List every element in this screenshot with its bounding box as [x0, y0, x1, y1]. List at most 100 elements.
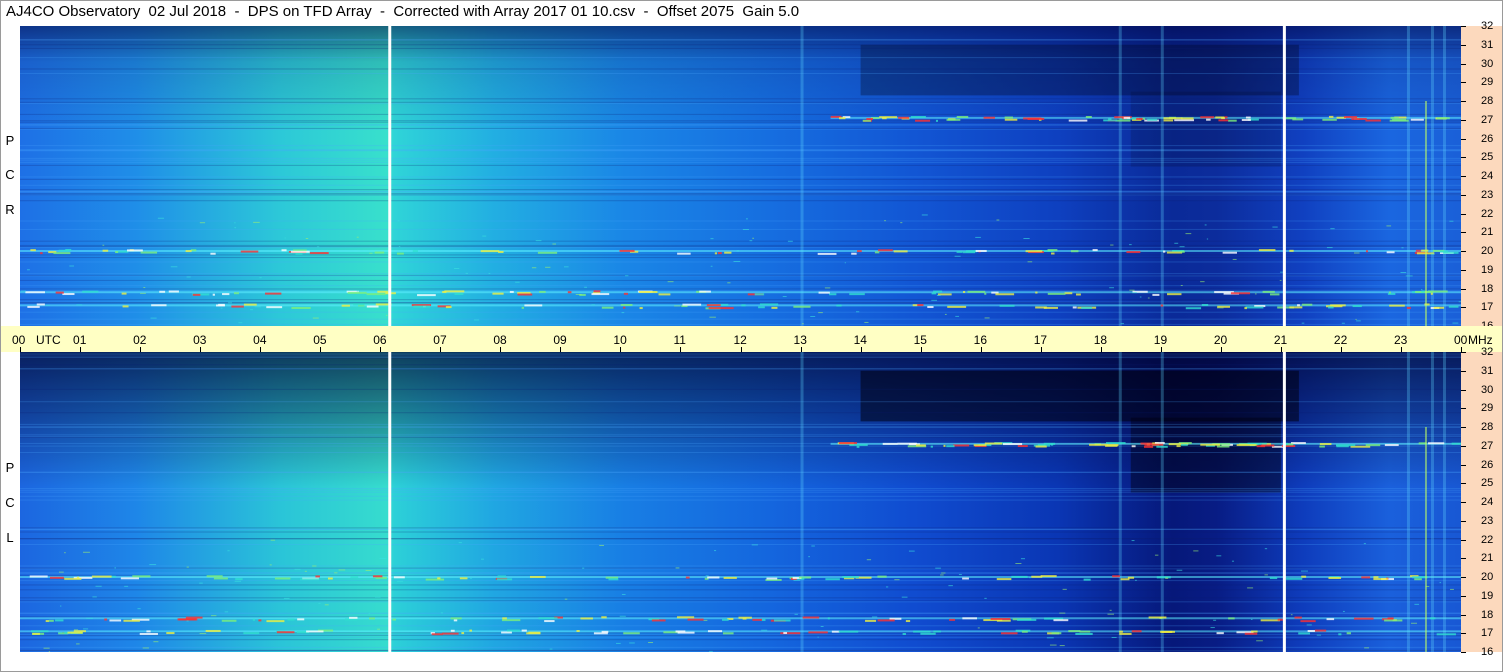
- time-tick-label: 16: [973, 333, 988, 347]
- lcp-signal-speckle: [838, 630, 859, 633]
- rcp-signal-speckle: [233, 292, 239, 295]
- rcp-background-line: [20, 301, 1461, 303]
- rcp-speckle: [1421, 289, 1423, 291]
- lcp-speckle: [1410, 622, 1418, 624]
- lcp-speckle: [114, 567, 117, 569]
- lcp-signal-speckle: [1156, 576, 1171, 579]
- lcp-signal-speckle: [1216, 632, 1224, 635]
- rcp-background-line: [20, 245, 1461, 247]
- lcp-vertical-streak: [1118, 352, 1122, 652]
- lcp-signal-speckle: [1319, 445, 1325, 448]
- rcp-signal-speckle: [1035, 291, 1038, 294]
- lcp-background-line: [20, 636, 1461, 638]
- rcp-spectrogram-marks: [20, 26, 1461, 326]
- rcp-speckle: [1301, 322, 1305, 324]
- lcp-speckle: [1247, 587, 1254, 589]
- rcp-signal-speckle: [717, 252, 722, 255]
- lcp-signal-speckle: [437, 577, 441, 580]
- rcp-speckle: [316, 246, 320, 248]
- lcp-speckle: [1290, 614, 1293, 616]
- rcp-signal-speckle: [1221, 117, 1225, 120]
- rcp-label-r: R: [5, 202, 15, 217]
- lcp-signal-speckle: [55, 619, 64, 622]
- rcp-background-line: [20, 178, 1461, 180]
- lcp-signal-speckle: [996, 619, 1011, 622]
- lcp-signal-speckle: [721, 618, 729, 621]
- rcp-speckle: [1279, 279, 1282, 281]
- lcp-speckle: [324, 604, 329, 606]
- lcp-signal-speckle: [752, 618, 762, 621]
- rcp-signal-speckle: [1415, 249, 1421, 252]
- rcp-speckle: [488, 272, 491, 274]
- rcp-signal-speckle: [192, 293, 201, 296]
- lcp-speckle: [1306, 624, 1312, 626]
- lcp-signal-speckle: [235, 578, 243, 581]
- rcp-signal-speckle: [295, 252, 303, 255]
- lcp-signal-speckle: [496, 578, 513, 581]
- rcp-signal-speckle: [714, 252, 717, 255]
- rcp-signal-speckle: [1289, 249, 1294, 252]
- rcp-signal-speckle: [1115, 119, 1131, 122]
- lcp-signal-speckle: [450, 617, 462, 620]
- lcp-signal-speckle: [1307, 629, 1316, 632]
- rcp-signal-speckle: [1439, 250, 1448, 253]
- lcp-speckle: [1231, 560, 1235, 562]
- rcp-signal-speckle: [1289, 306, 1303, 309]
- rcp-speckle: [289, 252, 292, 254]
- rcp-signal-speckle: [677, 252, 691, 255]
- lcp-vertical-streak: [1160, 352, 1164, 652]
- rcp-signal-speckle: [309, 252, 329, 255]
- lcp-background-line: [20, 589, 1461, 591]
- lcp-speckle: [1342, 610, 1345, 612]
- lcp-dark-region: [1130, 417, 1281, 493]
- lcp-speckle: [440, 612, 444, 614]
- rcp-freq-tick: [1461, 119, 1466, 121]
- rcp-speckle: [143, 287, 146, 289]
- rcp-freq-tick-label: 31: [1481, 38, 1494, 51]
- rcp-background-line: [20, 311, 1461, 313]
- rcp-speckle: [752, 237, 755, 239]
- lcp-signal-speckle: [497, 575, 507, 578]
- lcp-speckle: [1028, 577, 1032, 579]
- rcp-signal-speckle: [1174, 119, 1195, 122]
- rcp-speckle: [727, 282, 731, 284]
- lcp-freq-tick-label: 25: [1481, 477, 1494, 490]
- lcp-speckle: [871, 616, 878, 618]
- lcp-background-line: [20, 531, 1461, 533]
- rcp-signal-speckle: [935, 119, 939, 122]
- lcp-signal-speckle: [459, 577, 468, 580]
- lcp-signal-speckle: [877, 619, 895, 622]
- rcp-signal-speckle: [1075, 293, 1081, 296]
- rcp-freq-tick-label: 18: [1481, 282, 1494, 295]
- lcp-freq-tick-label: 22: [1481, 533, 1494, 546]
- rcp-freq-tick-label: 28: [1481, 95, 1494, 107]
- lcp-signal-speckle: [1040, 575, 1057, 578]
- time-axis: UTC MHz 00 01 02 03 04 05 06 07 08 09 10 11 12 13 14 15…: [0, 326, 1503, 352]
- rcp-white-marker: [388, 26, 392, 326]
- lcp-speckle: [1111, 636, 1117, 638]
- rcp-signal-speckle: [377, 290, 389, 293]
- rcp-signal-speckle: [754, 293, 765, 296]
- rcp-background-line: [20, 200, 1461, 202]
- lcp-signal-speckle: [185, 616, 203, 619]
- lcp-speckle: [1264, 548, 1268, 550]
- rcp-freq-tick-label: 23: [1481, 188, 1494, 201]
- rcp-signal-speckle: [1043, 306, 1058, 309]
- rcp-background-line: [20, 124, 1461, 126]
- lcp-speckle: [1176, 569, 1183, 571]
- rcp-speckle: [20, 290, 27, 292]
- rcp-speckle: [625, 275, 629, 277]
- lcp-freq-tick: [1461, 445, 1466, 447]
- lcp-signal-speckle: [49, 576, 64, 579]
- rcp-signal-speckle: [1388, 291, 1391, 294]
- rcp-signal-speckle: [1301, 303, 1313, 306]
- rcp-signal-speckle: [1322, 118, 1337, 121]
- rcp-signal-speckle: [1386, 251, 1395, 254]
- lcp-signal-speckle: [984, 442, 1003, 445]
- rcp-speckle: [1401, 247, 1404, 249]
- lcp-speckle: [703, 619, 708, 621]
- rcp-speckle: [1356, 320, 1361, 322]
- lcp-signal-speckle: [1000, 632, 1018, 635]
- rcp-background-line: [20, 161, 1461, 163]
- rcp-speckle: [170, 266, 178, 268]
